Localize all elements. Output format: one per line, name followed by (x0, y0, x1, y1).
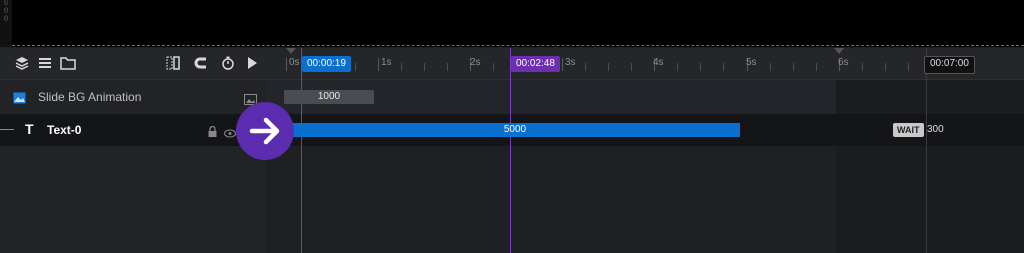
play-icon[interactable] (244, 56, 260, 72)
tick-label: 0s (289, 57, 300, 68)
layer-name: Slide BG Animation (38, 90, 142, 104)
arrow-right-icon (236, 102, 294, 160)
tick-label: 1s (381, 57, 392, 68)
ruler-tick (770, 63, 771, 71)
timeline-toolbar (0, 48, 266, 80)
hover-time-line (510, 48, 511, 253)
ruler-tick (862, 63, 863, 71)
wait-badge: WAIT (893, 123, 924, 137)
playhead-line[interactable] (301, 48, 302, 253)
tick-label: 2s (470, 57, 481, 68)
time-ruler[interactable] (266, 48, 1024, 80)
tick-label: 5s (746, 57, 757, 68)
layer-name: Text-0 (47, 123, 82, 137)
image-icon (13, 91, 26, 109)
ruler-tick (562, 58, 563, 71)
ruler-tick (355, 63, 356, 71)
magnet-icon[interactable] (193, 56, 209, 72)
ruler-tick (286, 58, 287, 71)
ruler-tick (378, 58, 379, 71)
ruler-tick (677, 63, 678, 71)
ruler-tick (631, 63, 632, 71)
vertical-ruler: 6 0 0 (0, 0, 12, 47)
ruler-tick (493, 63, 494, 71)
ruler-tick (793, 63, 794, 71)
tick-label: 3s (565, 57, 576, 68)
layer-row-bg-animation[interactable]: Slide BG Animation (0, 80, 266, 114)
tick-label: 4s (653, 57, 664, 68)
end-time-line (926, 48, 927, 253)
bg-animation-bar[interactable]: 1000 (284, 90, 374, 104)
stopwatch-icon[interactable] (220, 56, 236, 72)
ruler-tick (608, 63, 609, 71)
ruler-digit: 0 (3, 15, 9, 24)
text-animation-bar[interactable]: 5000 (290, 123, 740, 137)
lock-icon[interactable] (208, 124, 217, 142)
hover-time-badge: 00:02:48 (511, 56, 560, 72)
start-marker (286, 48, 296, 54)
ruler-tick (585, 63, 586, 71)
snap-grid-icon[interactable] (165, 56, 181, 72)
end-time-badge[interactable]: 00:07:00 (924, 56, 975, 74)
ruler-tick (816, 63, 817, 71)
text-icon: T (25, 121, 34, 137)
folder-icon[interactable] (60, 56, 76, 72)
ruler-tick (908, 63, 909, 71)
canvas-area (0, 0, 1024, 47)
current-time-badge[interactable]: 00:00:19 (302, 56, 351, 72)
list-icon[interactable] (37, 56, 53, 72)
ruler-tick (424, 63, 425, 71)
layers-icon[interactable] (14, 56, 30, 72)
ruler-tick (700, 63, 701, 71)
wait-value[interactable]: 300 (927, 123, 944, 137)
ruler-tick (447, 63, 448, 71)
tree-connector (0, 129, 14, 130)
tick-label: 6s (838, 57, 849, 68)
eye-icon[interactable] (224, 125, 236, 143)
canvas-guide-line (12, 45, 1024, 46)
ruler-tick (723, 63, 724, 71)
ruler-tick (885, 63, 886, 71)
ruler-tick (401, 63, 402, 71)
end-marker (834, 48, 844, 54)
